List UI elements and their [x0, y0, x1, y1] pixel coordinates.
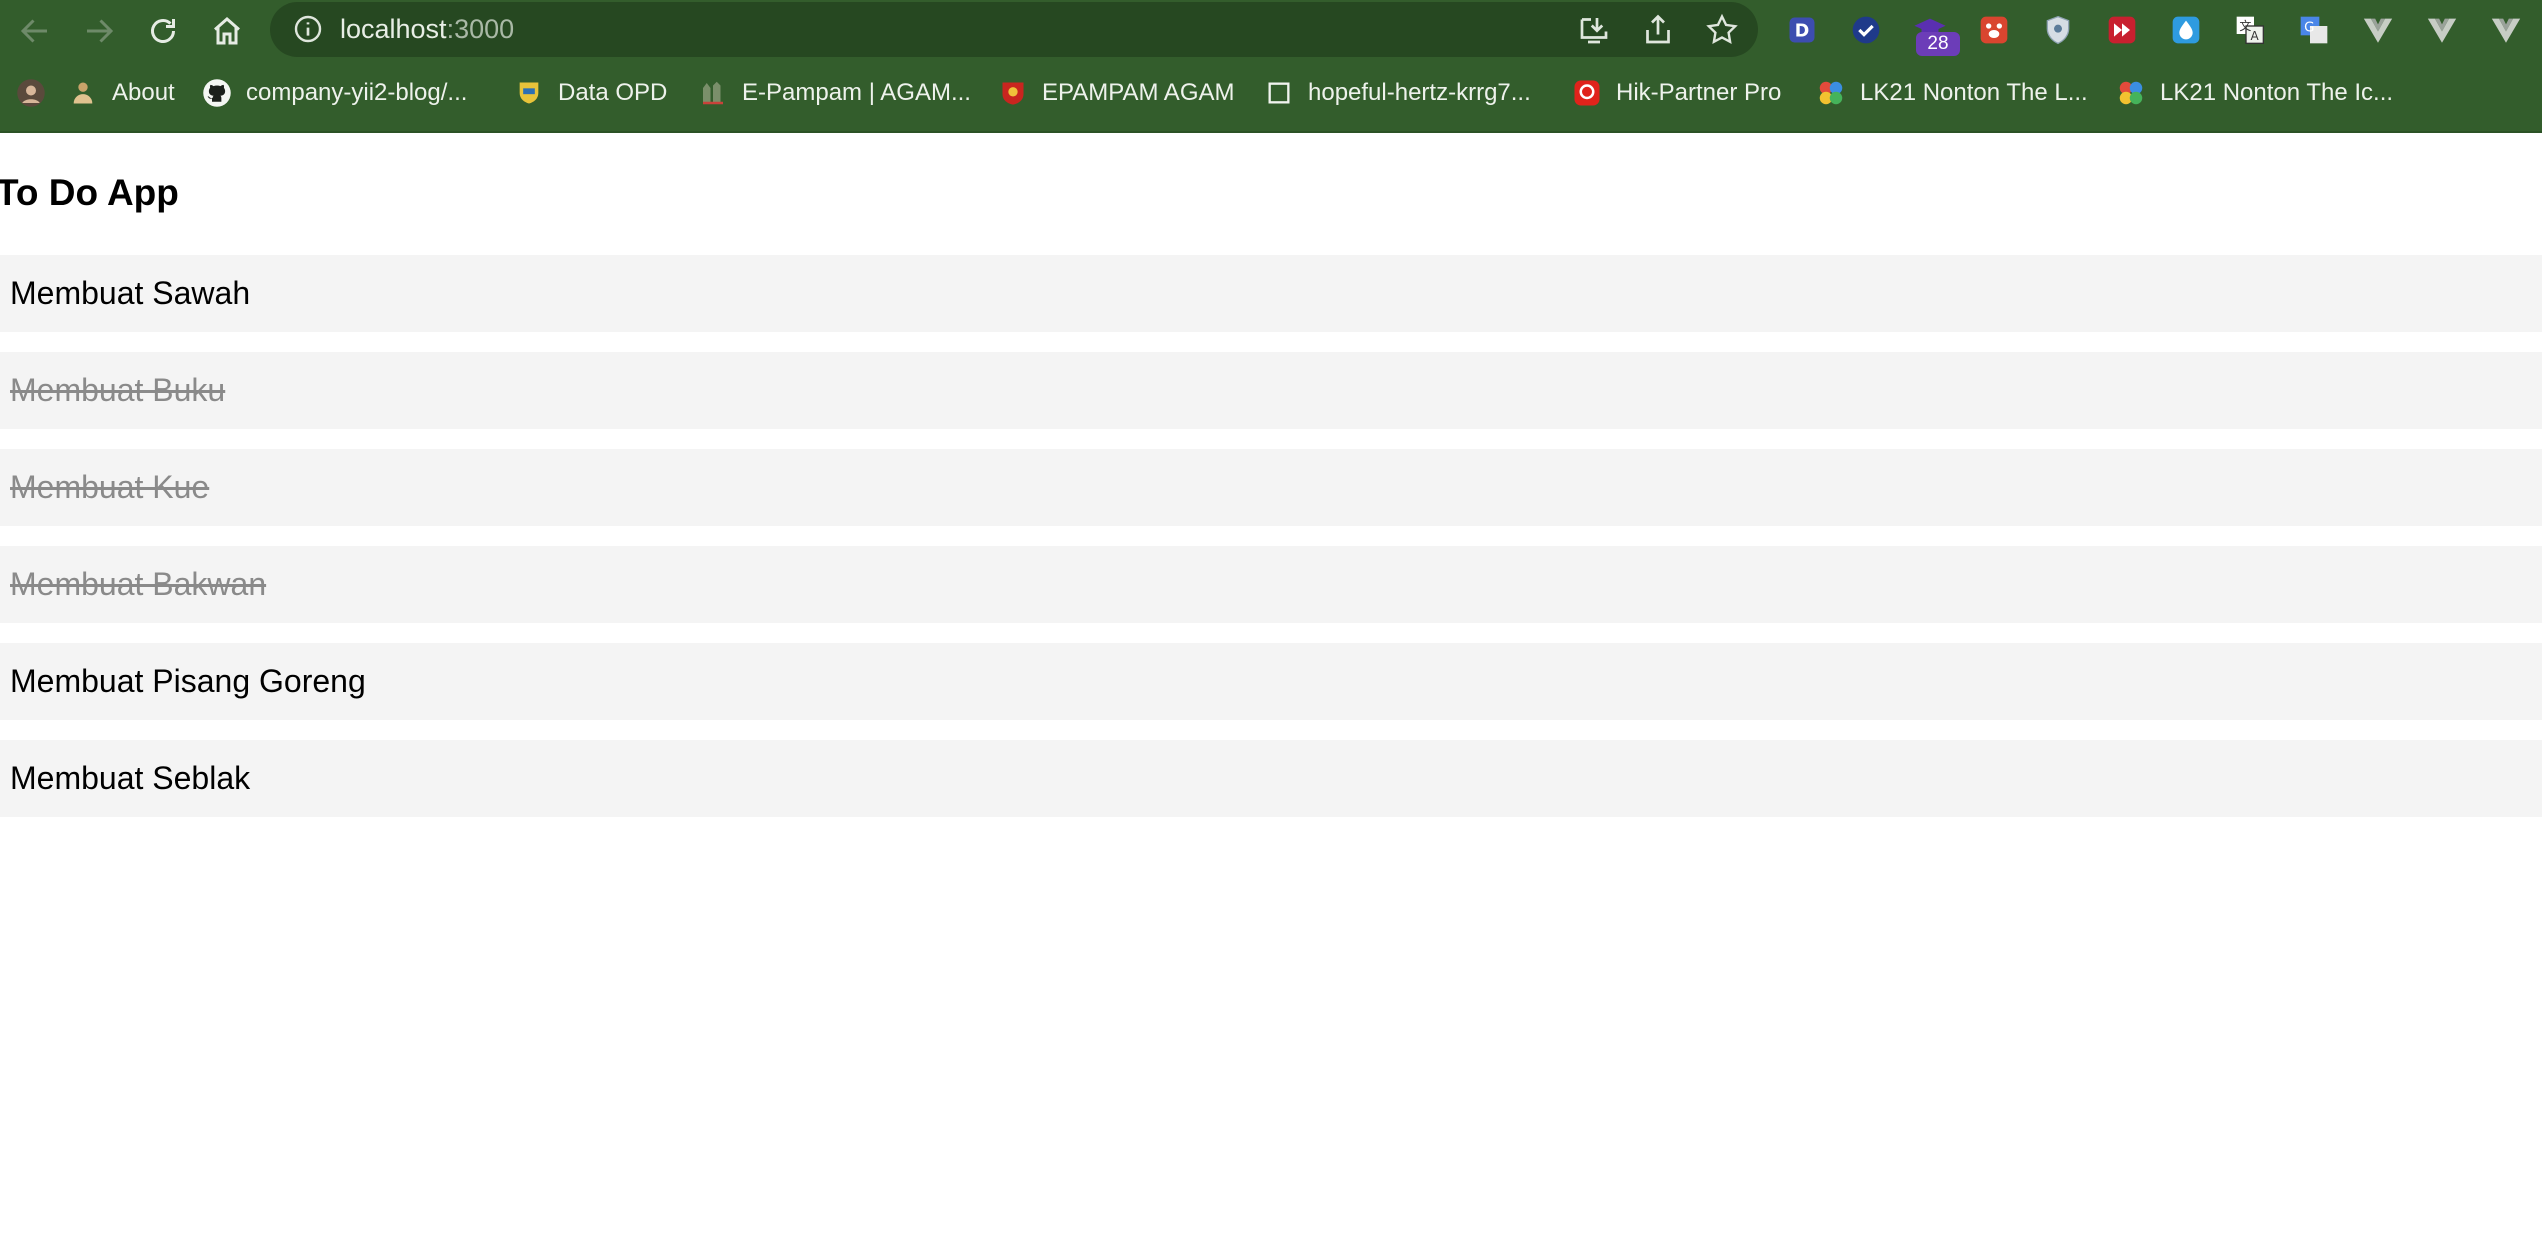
bookmark-label: EPAMPAM AGAM	[1042, 79, 1235, 106]
todo-text: Membuat Seblak	[10, 760, 251, 796]
todo-text: Membuat Sawah	[10, 275, 251, 311]
bookmark-lk21-1[interactable]: LK21 Nonton The L...	[1816, 68, 2088, 118]
extension-vue-devtools-icon[interactable]	[2422, 10, 2462, 50]
extension-vue-devtools-icon[interactable]	[2486, 10, 2526, 50]
bookmark-lk21-2[interactable]: LK21 Nonton The Ic...	[2116, 68, 2393, 118]
bookmark-company-yii2-blog[interactable]: company-yii2-blog/...	[202, 68, 467, 118]
svg-text:D: D	[1795, 21, 1810, 41]
arrow-right-icon	[87, 19, 114, 43]
github-icon	[202, 78, 232, 108]
todo-item[interactable]: Membuat Sawah	[0, 255, 2542, 332]
bookmark-label: company-yii2-blog/...	[246, 79, 468, 106]
bookmark-label: Hik-Partner Pro	[1616, 79, 1782, 106]
bookmark-label: Data OPD	[558, 79, 668, 106]
todo-list: Membuat Sawah Membuat Buku Membuat Kue M…	[0, 255, 2542, 837]
extension-vue-devtools-icon[interactable]	[2358, 10, 2398, 50]
svg-text:文: 文	[2239, 18, 2251, 33]
extension-translate-icon[interactable]: 文A	[2230, 10, 2270, 50]
person-icon	[68, 78, 98, 108]
page-title: To Do App	[0, 172, 179, 213]
bookmark-about[interactable]: About	[68, 68, 175, 118]
film-reel-icon	[1816, 78, 1846, 108]
home-button[interactable]	[204, 8, 250, 54]
arrow-left-icon	[20, 19, 47, 43]
film-reel-icon	[2116, 78, 2146, 108]
extension-google-translate-icon[interactable]: G	[2294, 10, 2334, 50]
bookmark-label: About	[112, 79, 175, 106]
address-bar[interactable]: localhost:3000	[270, 2, 1758, 57]
todo-item[interactable]: Membuat Buku	[0, 352, 2542, 429]
install-app-icon[interactable]	[1576, 12, 1612, 48]
home-icon	[214, 17, 240, 45]
extension-shield-icon[interactable]	[2038, 10, 2078, 50]
star-icon[interactable]	[1704, 12, 1740, 48]
extension-water-drop-icon[interactable]	[2166, 10, 2206, 50]
bookmark-label: hopeful-hertz-krrg7...	[1308, 79, 1531, 106]
todo-item[interactable]: Membuat Pisang Goreng	[0, 643, 2542, 720]
extension-paw-icon[interactable]	[1974, 10, 2014, 50]
extension-fast-forward-icon[interactable]	[2102, 10, 2142, 50]
building-icon	[698, 78, 728, 108]
url-text[interactable]: localhost:3000	[340, 2, 514, 57]
bookmark-hopeful-hertz[interactable]: hopeful-hertz-krrg7...	[1264, 68, 1531, 118]
toolbar-divider	[0, 131, 2542, 133]
svg-text:A: A	[2251, 29, 2260, 43]
bookmark-e-pampam[interactable]: E-Pampam | AGAM...	[698, 68, 971, 118]
reload-button[interactable]	[140, 8, 186, 54]
bookmark-hik-partner-pro[interactable]: Hik-Partner Pro	[1572, 68, 1781, 118]
share-icon[interactable]	[1640, 12, 1676, 48]
url-host: localhost	[340, 14, 447, 44]
reload-icon	[151, 19, 175, 43]
todo-text: Membuat Bakwan	[10, 566, 267, 602]
url-port: :3000	[446, 14, 515, 44]
bookmark-label: LK21 Nonton The Ic...	[2160, 79, 2394, 106]
hik-icon	[1572, 78, 1602, 108]
bookmark-label: LK21 Nonton The L...	[1860, 79, 2088, 106]
todo-item[interactable]: Membuat Kue	[0, 449, 2542, 526]
todo-item[interactable]: Membuat Seblak	[0, 740, 2542, 817]
svg-text:G: G	[2304, 20, 2314, 35]
extension-d-icon[interactable]: D	[1782, 10, 1822, 50]
bookmark-label: E-Pampam | AGAM...	[742, 79, 971, 106]
extension-check-icon[interactable]	[1846, 10, 1886, 50]
todo-item[interactable]: Membuat Bakwan	[0, 546, 2542, 623]
bookmark-avatar[interactable]	[16, 68, 46, 118]
person-avatar-icon	[16, 78, 46, 108]
crest-icon	[514, 78, 544, 108]
todo-text: Membuat Kue	[10, 469, 210, 505]
shield-emblem-icon	[998, 78, 1028, 108]
info-icon[interactable]	[292, 13, 324, 45]
bookmark-epampam-agam[interactable]: EPAMPAM AGAM	[998, 68, 1234, 118]
browser-toolbar: localhost:3000 D 28 文A G About company-y…	[0, 0, 2542, 131]
extension-badge-count: 28	[1916, 32, 1960, 56]
todo-text: Membuat Buku	[10, 372, 226, 408]
todo-text: Membuat Pisang Goreng	[10, 663, 366, 699]
bookmark-data-opd[interactable]: Data OPD	[514, 68, 667, 118]
forward-button[interactable]	[76, 8, 122, 54]
blank-page-icon	[1264, 78, 1294, 108]
back-button[interactable]	[12, 8, 58, 54]
